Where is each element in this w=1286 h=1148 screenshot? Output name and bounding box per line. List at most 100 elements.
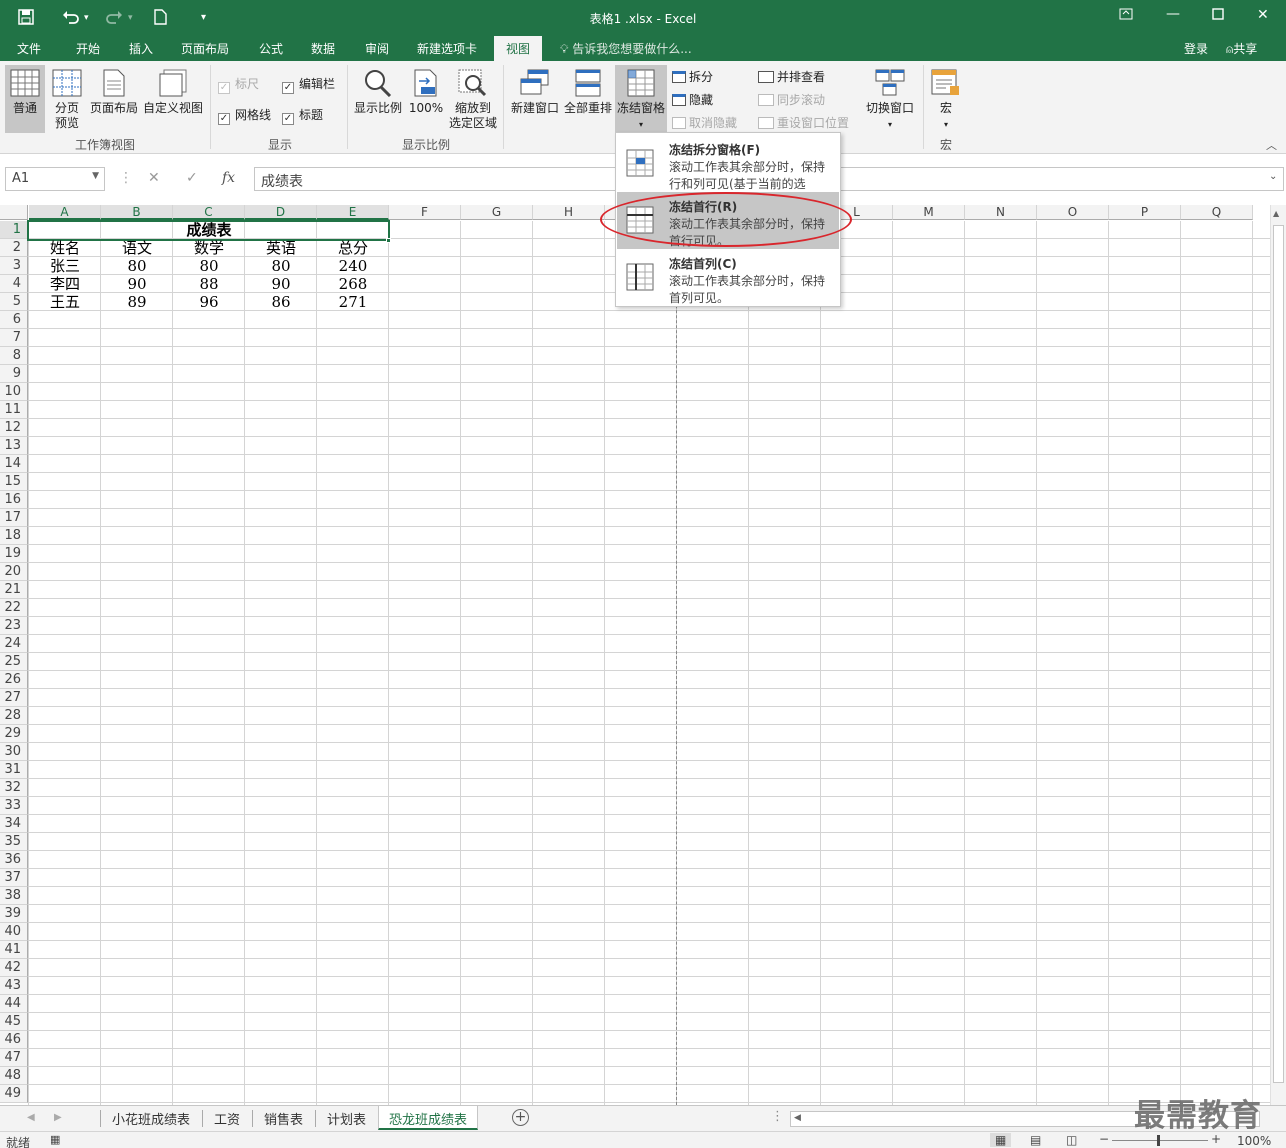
row-header-3[interactable]: 3: [0, 257, 28, 275]
new-window-button[interactable]: 新建窗口: [508, 69, 562, 116]
column-header-n[interactable]: N: [965, 205, 1037, 220]
macros-button[interactable]: 宏 ▾: [929, 69, 963, 132]
sheet-tab-xiaohua[interactable]: 小花班成绩表: [112, 1109, 190, 1128]
zoom-slider-thumb[interactable]: [1157, 1135, 1160, 1146]
freeze-panes-item[interactable]: 冻结拆分窗格(F) 滚动工作表其余部分时，保持行和列可见(基于当前的选择)。: [617, 135, 839, 208]
row-header-49[interactable]: 49: [0, 1085, 28, 1103]
macro-record-icon[interactable]: ▦: [50, 1133, 60, 1146]
data-cell[interactable]: 88: [173, 275, 245, 293]
tab-data[interactable]: 数据: [311, 40, 335, 57]
tab-file[interactable]: 文件: [17, 40, 41, 57]
column-header-f[interactable]: F: [389, 205, 461, 220]
scroll-up-icon[interactable]: ▲: [1273, 209, 1279, 218]
collapse-ribbon-icon[interactable]: ︿: [1266, 137, 1277, 153]
zoom-100-button[interactable]: 100%: [408, 69, 444, 116]
row-header-23[interactable]: 23: [0, 617, 28, 635]
login-link[interactable]: 登录: [1184, 40, 1208, 57]
zoom-level[interactable]: 100%: [1237, 1134, 1271, 1148]
tell-me-search[interactable]: 💡︎ 告诉我您想要做什么...: [560, 40, 692, 57]
tab-home[interactable]: 开始: [76, 40, 100, 57]
row-header-32[interactable]: 32: [0, 779, 28, 797]
row-header-45[interactable]: 45: [0, 1013, 28, 1031]
row-header-27[interactable]: 27: [0, 689, 28, 707]
header-cell[interactable]: 数学: [173, 239, 245, 257]
switch-windows-button[interactable]: 切换窗口 ▾: [864, 69, 916, 132]
row-header-39[interactable]: 39: [0, 905, 28, 923]
column-header-g[interactable]: G: [461, 205, 533, 220]
data-cell[interactable]: 268: [317, 275, 389, 293]
page-break-status-icon[interactable]: ◫: [1066, 1133, 1077, 1147]
tab-new[interactable]: 新建选项卡: [417, 40, 477, 57]
tab-view[interactable]: 视图: [494, 36, 543, 61]
column-header-m[interactable]: M: [893, 205, 965, 220]
share-button[interactable]: ⍝共享: [1226, 40, 1257, 57]
row-header-36[interactable]: 36: [0, 851, 28, 869]
row-header-29[interactable]: 29: [0, 725, 28, 743]
arrange-all-button[interactable]: 全部重排: [563, 69, 613, 116]
name-box-dropdown-icon[interactable]: ▼: [92, 171, 99, 181]
tab-page-layout[interactable]: 页面布局: [181, 40, 229, 57]
tab-insert[interactable]: 插入: [129, 40, 153, 57]
row-header-25[interactable]: 25: [0, 653, 28, 671]
cancel-icon[interactable]: ✕: [148, 170, 160, 186]
row-header-13[interactable]: 13: [0, 437, 28, 455]
row-header-12[interactable]: 12: [0, 419, 28, 437]
name-box[interactable]: A1 ▼: [5, 167, 105, 191]
row-header-6[interactable]: 6: [0, 311, 28, 329]
maximize-icon[interactable]: [1212, 8, 1224, 24]
data-cell[interactable]: 李四: [29, 275, 101, 293]
header-cell[interactable]: 姓名: [29, 239, 101, 257]
column-header-b[interactable]: B: [101, 205, 173, 220]
zoom-slider-track[interactable]: [1112, 1140, 1208, 1141]
row-header-47[interactable]: 47: [0, 1049, 28, 1067]
row-header-8[interactable]: 8: [0, 347, 28, 365]
row-header-30[interactable]: 30: [0, 743, 28, 761]
data-cell[interactable]: 271: [317, 293, 389, 311]
column-header-p[interactable]: P: [1109, 205, 1181, 220]
column-header-a[interactable]: A: [29, 205, 101, 220]
row-header-42[interactable]: 42: [0, 959, 28, 977]
tab-review[interactable]: 审阅: [365, 40, 389, 57]
worksheet-grid[interactable]: ABCDEFGHIJKLMNOPQ 1234567891011121314151…: [0, 205, 1270, 1105]
column-header-e[interactable]: E: [317, 205, 389, 220]
vertical-scrollbar[interactable]: ▲: [1270, 205, 1286, 1105]
hide-button[interactable]: 隐藏: [672, 91, 713, 108]
tab-formulas[interactable]: 公式: [259, 40, 283, 57]
insert-function-icon[interactable]: fx: [222, 170, 235, 186]
sheet-tab-plan[interactable]: 计划表: [327, 1109, 366, 1128]
page-break-preview-button[interactable]: 分页 预览: [50, 69, 84, 131]
sheet-tab-dinosaur[interactable]: 恐龙班成绩表: [378, 1106, 479, 1130]
data-cell[interactable]: 89: [101, 293, 173, 311]
normal-view-status-icon[interactable]: ▦: [990, 1133, 1012, 1147]
row-header-10[interactable]: 10: [0, 383, 28, 401]
ribbon-display-icon[interactable]: [1119, 8, 1133, 24]
header-cell[interactable]: 英语: [245, 239, 317, 257]
expand-formula-bar-icon[interactable]: ⌄: [1269, 171, 1277, 182]
view-side-by-side-button[interactable]: 并排查看: [758, 68, 825, 85]
column-header-h[interactable]: H: [533, 205, 605, 220]
row-header-2[interactable]: 2: [0, 239, 28, 257]
scroll-left-icon[interactable]: ◀: [794, 1113, 801, 1123]
row-header-1[interactable]: 1: [0, 221, 28, 239]
row-header-5[interactable]: 5: [0, 293, 28, 311]
tab-splitter-icon[interactable]: ⋮: [771, 1109, 784, 1124]
row-header-38[interactable]: 38: [0, 887, 28, 905]
zoom-to-selection-button[interactable]: 缩放到 选定区域: [448, 69, 498, 131]
row-header-43[interactable]: 43: [0, 977, 28, 995]
split-button[interactable]: 拆分: [672, 68, 713, 85]
enter-icon[interactable]: ✓: [186, 170, 198, 186]
sheet-tab-salary[interactable]: 工资: [214, 1109, 240, 1128]
row-header-46[interactable]: 46: [0, 1031, 28, 1049]
row-header-19[interactable]: 19: [0, 545, 28, 563]
data-cell[interactable]: 96: [173, 293, 245, 311]
custom-views-button[interactable]: 自定义视图: [143, 69, 203, 116]
next-sheet-icon[interactable]: ▶: [54, 1112, 62, 1123]
column-header-d[interactable]: D: [245, 205, 317, 220]
row-header-16[interactable]: 16: [0, 491, 28, 509]
data-cell[interactable]: 80: [101, 257, 173, 275]
header-cell[interactable]: 总分: [317, 239, 389, 257]
row-header-41[interactable]: 41: [0, 941, 28, 959]
data-cell[interactable]: 80: [245, 257, 317, 275]
sheet-tab-sales[interactable]: 销售表: [264, 1109, 303, 1128]
row-header-7[interactable]: 7: [0, 329, 28, 347]
